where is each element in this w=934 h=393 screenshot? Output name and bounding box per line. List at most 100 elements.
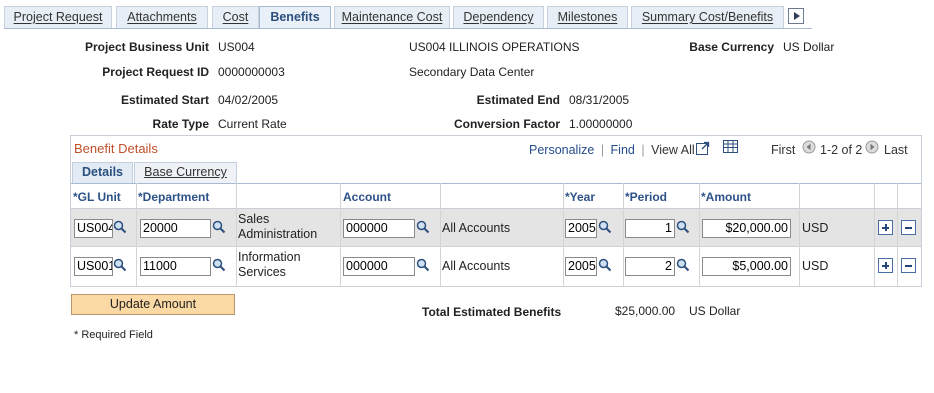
conversion-factor-label: Conversion Factor — [453, 117, 560, 131]
first-label: First — [771, 143, 796, 157]
base-currency-value: US Dollar — [783, 40, 835, 54]
lookup-magnifier-icon[interactable] — [598, 220, 612, 234]
period-input[interactable]: 2 — [625, 257, 675, 276]
column-divider — [440, 183, 441, 286]
account-input[interactable]: 000000 — [343, 257, 415, 276]
view-all-link[interactable]: View All — [651, 143, 695, 157]
grid-title: Benefit Details — [74, 141, 158, 156]
account-description: All Accounts — [442, 259, 511, 273]
column-divider — [563, 183, 564, 286]
column-divider — [236, 183, 237, 286]
column-divider — [799, 183, 800, 286]
column-divider — [699, 183, 700, 286]
base-currency-label: Base Currency — [689, 40, 774, 54]
lookup-magnifier-icon[interactable] — [416, 220, 430, 234]
personalize-link[interactable]: Personalize — [529, 143, 594, 157]
row-range: 1-2 of 2 — [820, 143, 863, 157]
column-period: *Period — [625, 190, 668, 204]
add-row-button[interactable] — [878, 220, 893, 235]
grid-header-row: *GL Unit *Department Account *Year *Peri… — [71, 183, 921, 209]
request-id-label: Project Request ID — [102, 65, 209, 79]
period-input[interactable]: 1 — [625, 219, 675, 238]
account-input[interactable]: 000000 — [343, 219, 415, 238]
tab-benefits[interactable]: Benefits — [259, 6, 331, 29]
lookup-magnifier-icon[interactable] — [598, 258, 612, 272]
column-divider — [340, 183, 341, 286]
lookup-magnifier-icon[interactable] — [676, 258, 690, 272]
department-input[interactable]: 20000 — [140, 219, 211, 238]
department-input[interactable]: 11000 — [140, 257, 211, 276]
department-description: Administration — [238, 227, 318, 241]
amount-input[interactable]: $5,000.00 — [702, 257, 791, 276]
department-description: Sales — [238, 212, 270, 226]
grid-navigation: Personalize | Find | View All — [529, 143, 695, 157]
department-description: Services — [238, 265, 286, 279]
estimated-end-label: Estimated End — [476, 93, 560, 107]
estimated-start-value: 04/02/2005 — [218, 93, 279, 107]
business-unit-label: Project Business Unit — [84, 40, 209, 54]
currency-code: USD — [802, 221, 829, 235]
next-row-icon[interactable] — [865, 140, 879, 154]
rate-type-label: Rate Type — [152, 117, 209, 131]
table-row: US004 20000 Sales Administration 000000 … — [71, 209, 921, 247]
estimated-end-value: 08/31/2005 — [569, 93, 630, 107]
download-spreadsheet-icon[interactable] — [723, 140, 738, 153]
add-row-button[interactable] — [878, 258, 893, 273]
column-divider — [897, 183, 898, 286]
lookup-magnifier-icon[interactable] — [212, 220, 226, 234]
gl-unit-input[interactable]: US001 — [74, 257, 113, 276]
tab-underline — [4, 28, 812, 29]
lookup-magnifier-icon[interactable] — [212, 258, 226, 272]
column-divider — [874, 183, 875, 286]
tab-cost[interactable]: Cost — [212, 6, 259, 28]
find-link[interactable]: Find — [611, 143, 635, 157]
amount-input[interactable]: $20,000.00 — [702, 219, 791, 238]
request-id-value: 0000000003 — [218, 65, 285, 79]
estimated-start-label: Estimated Start — [120, 93, 209, 107]
tab-maintenance-cost[interactable]: Maintenance Cost — [334, 6, 450, 28]
tab-dependency[interactable]: Dependency — [453, 6, 544, 28]
lookup-magnifier-icon[interactable] — [676, 220, 690, 234]
tab-project-request[interactable]: Project Request — [4, 6, 112, 28]
benefit-details-grid: Benefit Details Personalize | Find | Vie… — [70, 135, 922, 287]
new-window-icon[interactable] — [696, 141, 710, 155]
delete-row-button[interactable] — [901, 258, 916, 273]
tab-summary-cost-benefits[interactable]: Summary Cost/Benefits — [631, 6, 784, 28]
tab-attachments[interactable]: Attachments — [116, 6, 208, 28]
subtab-details[interactable]: Details — [72, 162, 133, 183]
column-year: *Year — [565, 190, 596, 204]
next-tab-arrow-icon[interactable] — [788, 8, 804, 24]
column-divider — [623, 183, 624, 286]
business-unit-value: US004 — [218, 40, 255, 54]
delete-row-button[interactable] — [901, 220, 916, 235]
year-input[interactable]: 2005 — [565, 219, 597, 238]
conversion-factor-value: 1.00000000 — [569, 117, 633, 131]
total-estimated-benefits-label: Total Estimated Benefits — [422, 305, 562, 319]
gl-unit-input[interactable]: US004 — [74, 219, 113, 238]
tab-milestones[interactable]: Milestones — [547, 6, 628, 28]
department-description: Information — [238, 250, 301, 264]
lookup-magnifier-icon[interactable] — [113, 220, 127, 234]
lookup-magnifier-icon[interactable] — [416, 258, 430, 272]
column-amount: *Amount — [701, 190, 751, 204]
nav-separator: | — [641, 143, 645, 157]
table-row: US001 11000 Information Services 000000 … — [71, 247, 921, 285]
request-description: Secondary Data Center — [409, 65, 535, 79]
column-account: Account — [343, 190, 391, 204]
total-currency: US Dollar — [689, 304, 741, 318]
last-label: Last — [884, 143, 908, 157]
required-field-note: * Required Field — [74, 329, 153, 341]
column-divider — [136, 183, 137, 286]
year-input[interactable]: 2005 — [565, 257, 597, 276]
previous-row-icon[interactable] — [802, 140, 816, 154]
rate-type-value: Current Rate — [218, 117, 287, 131]
total-estimated-benefits-value: $25,000.00 — [615, 304, 676, 318]
subtab-base-currency[interactable]: Base Currency — [134, 162, 237, 183]
subtab-base-currency-label: Base Currency — [144, 165, 227, 179]
currency-code: USD — [802, 259, 829, 273]
lookup-magnifier-icon[interactable] — [113, 258, 127, 272]
column-gl-unit: *GL Unit — [73, 190, 121, 204]
account-description: All Accounts — [442, 221, 511, 235]
nav-separator: | — [600, 143, 605, 157]
update-amount-button[interactable]: Update Amount — [71, 294, 235, 315]
